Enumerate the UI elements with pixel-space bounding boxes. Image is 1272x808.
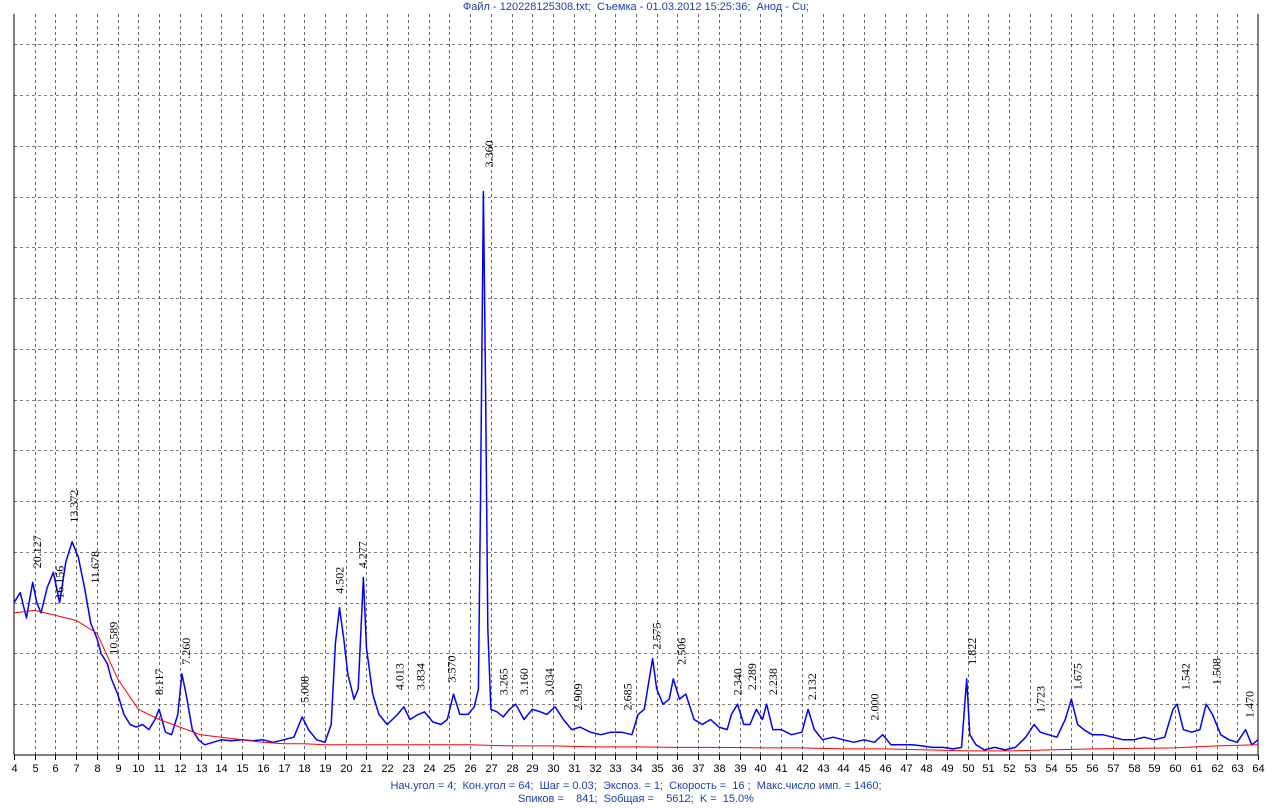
footer-parameters: Нач.угол = 4; Кон.угол = 64; Шаг = 0.03;… xyxy=(390,780,882,792)
x-tick-label: 10 xyxy=(132,763,144,775)
x-tick-label: 45 xyxy=(858,763,870,775)
x-tick-label: 61 xyxy=(1190,763,1202,775)
x-tick-label: 20 xyxy=(340,763,352,775)
x-tick-label: 58 xyxy=(1128,763,1140,775)
peak-label: 8.117 xyxy=(152,669,166,696)
x-tick-label: 50 xyxy=(962,763,974,775)
x-tick-label: 8 xyxy=(94,763,100,775)
x-tick-label: 19 xyxy=(319,763,331,775)
x-tick-label: 6 xyxy=(52,763,58,775)
x-tick-label: 38 xyxy=(713,763,725,775)
grid xyxy=(14,14,1258,755)
x-tick-label: 47 xyxy=(900,763,912,775)
x-tick-label: 48 xyxy=(920,763,932,775)
x-tick-label: 18 xyxy=(298,763,310,775)
x-tick-label: 59 xyxy=(1148,763,1160,775)
x-tick-label: 41 xyxy=(775,763,787,775)
x-tick-label: 52 xyxy=(1003,763,1015,775)
x-tick-label: 46 xyxy=(879,763,891,775)
footer-summary: Sпиков = 841; Sобщая = 5612; K = 15.0% xyxy=(518,793,754,805)
peak-label: 3.034 xyxy=(542,668,556,695)
peak-label: 3.834 xyxy=(413,663,427,690)
x-tick-label: 53 xyxy=(1024,763,1036,775)
peak-label: 4.277 xyxy=(355,541,369,568)
x-tick-label: 15 xyxy=(236,763,248,775)
x-tick-label: 54 xyxy=(1045,763,1057,775)
x-tick-label: 9 xyxy=(115,763,121,775)
x-tick-label: 16 xyxy=(257,763,269,775)
x-tick-label: 29 xyxy=(526,763,538,775)
peak-label: 2.000 xyxy=(867,693,881,720)
x-tick-label: 39 xyxy=(734,763,746,775)
x-tick-label: 34 xyxy=(630,763,642,775)
peak-label: 1.675 xyxy=(1071,663,1085,690)
x-tick-label: 4 xyxy=(11,763,17,775)
x-tick-label: 63 xyxy=(1231,763,1243,775)
x-tick-label: 14 xyxy=(215,763,227,775)
x-tick-label: 42 xyxy=(796,763,808,775)
x-tick-label: 43 xyxy=(817,763,829,775)
x-tick-label: 35 xyxy=(651,763,663,775)
peak-label: 3.360 xyxy=(482,140,496,167)
peak-label: 10.589 xyxy=(106,622,120,655)
xrd-chart: 4 5 6 7 8 9 10 11 12 13 14 15 16 17 18 19 20 21 22 23 24 25 26… xyxy=(11,14,1265,775)
peak-label: 3.570 xyxy=(444,656,458,683)
x-tick-label: 30 xyxy=(547,763,559,775)
x-tick-label: 64 xyxy=(1252,763,1264,775)
x-tick-label: 25 xyxy=(443,763,455,775)
x-tick-label: 57 xyxy=(1107,763,1119,775)
peak-label: 3.265 xyxy=(496,668,510,695)
x-tick-label: 28 xyxy=(506,763,518,775)
peak-label: 2.132 xyxy=(805,673,819,700)
peak-label: 1.822 xyxy=(965,638,979,665)
peak-label: 2.340 xyxy=(731,668,745,695)
x-axis: 4 5 6 7 8 9 10 11 12 13 14 15 16 17 18 19 20 21 22 23 24 25 26… xyxy=(11,14,1265,775)
x-tick-label: 7 xyxy=(73,763,79,775)
x-tick-label: 32 xyxy=(589,763,601,775)
x-tick-label: 26 xyxy=(464,763,476,775)
x-tick-label: 33 xyxy=(609,763,621,775)
peak-label: 1.470 xyxy=(1243,691,1257,718)
peak-label: 4.502 xyxy=(332,567,346,594)
x-tick-label: 24 xyxy=(423,763,435,775)
x-tick-label: 55 xyxy=(1065,763,1077,775)
peak-label: 13.372 xyxy=(67,490,81,523)
peak-label: 3.160 xyxy=(517,668,531,695)
x-tick-label: 23 xyxy=(402,763,414,775)
peak-labels: 20.127 16.156 13.372 11.678 10.589 8.117 7.260… xyxy=(30,140,1257,720)
x-tick-label: 44 xyxy=(837,763,849,775)
peak-label: 1.723 xyxy=(1033,686,1047,713)
x-tick-label: 56 xyxy=(1086,763,1098,775)
x-tick-label: 21 xyxy=(360,763,372,775)
x-tick-label: 49 xyxy=(941,763,953,775)
peak-label: 2.575 xyxy=(650,622,664,649)
peak-label: 20.127 xyxy=(30,535,44,568)
x-tick-label: 27 xyxy=(485,763,497,775)
x-tick-label: 5 xyxy=(32,763,38,775)
peak-label: 16.156 xyxy=(53,566,67,599)
x-tick-label: 17 xyxy=(278,763,290,775)
peak-label: 1.508 xyxy=(1210,658,1224,685)
x-tick-label: 31 xyxy=(568,763,580,775)
peak-label: 11.678 xyxy=(88,551,102,584)
peak-label: 2.238 xyxy=(766,668,780,695)
peak-label: 1.542 xyxy=(1178,663,1192,690)
peak-label: 7.260 xyxy=(179,638,193,665)
x-tick-label: 11 xyxy=(154,763,165,775)
x-tick-label: 37 xyxy=(692,763,704,775)
x-tick-label: 22 xyxy=(381,763,393,775)
peak-label: 5.008 xyxy=(297,676,311,703)
x-tick-label: 12 xyxy=(174,763,186,775)
x-tick-label: 40 xyxy=(754,763,766,775)
peak-label: 2.289 xyxy=(745,663,759,690)
peak-label: 4.013 xyxy=(393,663,407,690)
x-tick-label: 13 xyxy=(195,763,207,775)
peak-label: 2.506 xyxy=(675,638,689,665)
peak-label: 2.685 xyxy=(621,683,635,710)
x-tick-label: 36 xyxy=(671,763,683,775)
peak-label: 2.909 xyxy=(571,683,585,710)
x-tick-label: 51 xyxy=(982,763,994,775)
x-tick-label: 62 xyxy=(1211,763,1223,775)
x-tick-label: 60 xyxy=(1169,763,1181,775)
